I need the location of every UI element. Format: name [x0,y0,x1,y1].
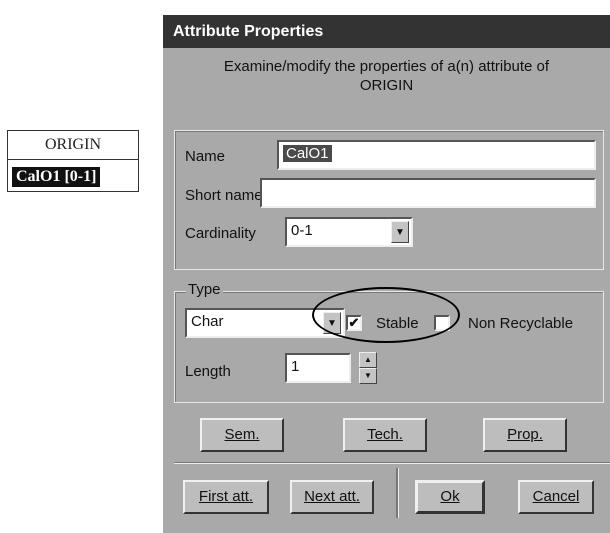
cardinality-select[interactable]: 0-1 ▼ [285,217,413,247]
entity-title: ORIGIN [8,131,138,160]
cancel-button[interactable]: Cancel [518,480,594,514]
chevron-down-icon[interactable]: ▼ [391,221,409,243]
tech-button[interactable]: Tech. [343,418,427,452]
short-name-label: Short name [185,187,263,204]
entity-attribute-selected[interactable]: CalO1 [0-1] [12,167,101,187]
stable-label: Stable [376,315,419,332]
attribute-properties-dialog: Attribute Properties Examine/modify the … [163,15,610,533]
cancel-button-label: Cancel [532,488,580,505]
chevron-down-icon[interactable]: ▼ [323,312,341,334]
type-group-legend: Type [186,281,223,298]
dialog-titlebar[interactable]: Attribute Properties [163,15,610,48]
dialog-description: Examine/modify the properties of a(n) at… [163,57,610,95]
prop-button[interactable]: Prop. [483,418,567,452]
cardinality-value: 0-1 [291,222,313,239]
ok-button[interactable]: Ok [415,480,485,514]
description-line-2: ORIGIN [359,77,414,94]
tech-button-label: Tech. [367,426,403,443]
name-input[interactable]: CalO1 [277,140,596,170]
length-label: Length [185,363,231,380]
entity-box-origin[interactable]: ORIGIN CalO1 [0-1] [7,130,139,192]
non-recyclable-checkbox[interactable] [434,315,450,331]
next-att-button[interactable]: Next att. [290,480,374,514]
name-input-value: CalO1 [283,145,332,162]
first-att-button[interactable]: First att. [183,480,269,514]
name-label: Name [185,148,226,165]
non-recyclable-label: Non Recyclable [468,315,574,332]
prop-button-label: Prop. [507,426,543,443]
button-separator [396,468,399,518]
next-att-button-label: Next att. [304,488,360,505]
stable-checkbox[interactable]: ✔ [346,315,362,331]
type-value: Char [191,313,224,330]
length-input[interactable]: 1 [285,353,351,383]
cardinality-label: Cardinality [185,225,256,242]
spin-down-icon[interactable]: ▼ [359,368,377,384]
type-select[interactable]: Char ▼ [185,308,345,338]
ok-button-label: Ok [440,488,460,505]
bottom-separator [174,462,610,464]
short-name-input[interactable] [260,178,596,208]
description-line-1: Examine/modify the properties of a(n) at… [223,58,550,75]
sem-button-label: Sem. [224,426,260,443]
sem-button[interactable]: Sem. [200,418,284,452]
first-att-button-label: First att. [198,488,254,505]
spin-up-icon[interactable]: ▲ [359,352,377,368]
